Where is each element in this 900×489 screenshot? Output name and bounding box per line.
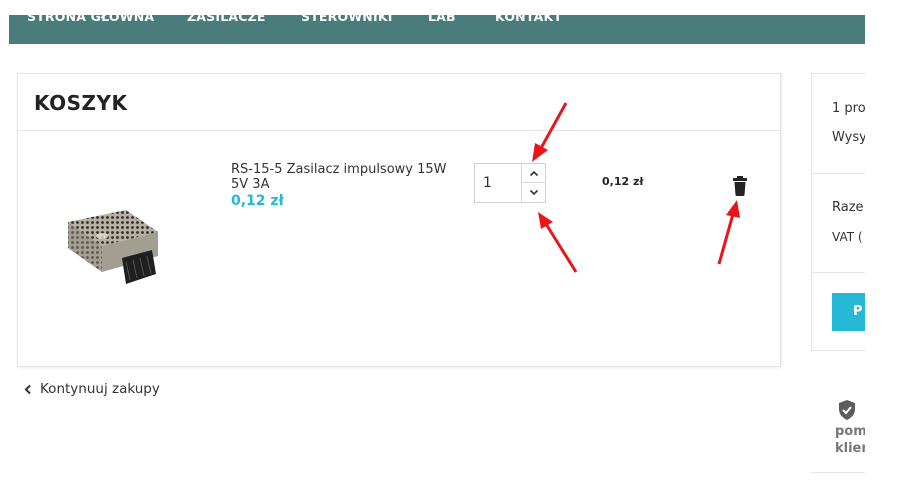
nav-home[interactable]: STRONA GŁÓWNA [27, 15, 154, 24]
reassurance-line-1: pom [835, 424, 865, 439]
nav-controllers[interactable]: STEROWNIKI [301, 15, 393, 24]
line-total: 0,12 zł [602, 175, 644, 188]
chevron-up-icon [529, 170, 539, 176]
product-unit-price: 0,12 zł [231, 193, 284, 209]
chevron-left-icon [24, 384, 31, 394]
reassurance-divider [811, 472, 865, 473]
product-image[interactable] [40, 180, 180, 310]
trash-icon [733, 176, 747, 196]
nav-lab[interactable]: LAB [428, 15, 456, 24]
summary-divider [812, 173, 865, 174]
shield-check-icon [839, 400, 855, 420]
continue-shopping-label: Kontynuuj zakupy [40, 381, 160, 397]
summary-total: Raze [832, 200, 864, 215]
checkout-button[interactable]: P [832, 293, 865, 331]
remove-item-button[interactable] [731, 175, 749, 197]
nav-power-supplies[interactable]: ZASILACZE [187, 15, 266, 24]
quantity-stepper [474, 163, 546, 203]
quantity-input[interactable] [475, 164, 523, 202]
cart-title: KOSZYK [34, 91, 128, 115]
continue-shopping-link[interactable]: Kontynuuj zakupy [24, 381, 160, 397]
cart-summary-panel: 1 prod Wysy Raze VAT ( P [811, 73, 865, 351]
chevron-down-icon [529, 189, 539, 196]
summary-products-count: 1 prod [832, 101, 865, 116]
summary-shipping: Wysy [832, 130, 865, 145]
quantity-buttons [521, 164, 546, 202]
quantity-decrease-button[interactable] [522, 183, 546, 202]
summary-divider-2 [812, 272, 865, 273]
reassurance-block: pom klien [811, 395, 865, 473]
reassurance-text: pom klien [835, 423, 865, 457]
top-navigation: STRONA GŁÓWNA ZASILACZE STEROWNIKI LAB K… [9, 15, 865, 44]
summary-vat: VAT ( [832, 230, 863, 244]
reassurance-line-2: klien [835, 441, 865, 456]
product-name[interactable]: RS-15-5 Zasilacz impulsowy 15W 5V 3A [231, 162, 461, 192]
nav-contact[interactable]: KONTAKT [495, 15, 562, 24]
cart-header: KOSZYK [18, 74, 780, 131]
quantity-increase-button[interactable] [522, 164, 546, 183]
